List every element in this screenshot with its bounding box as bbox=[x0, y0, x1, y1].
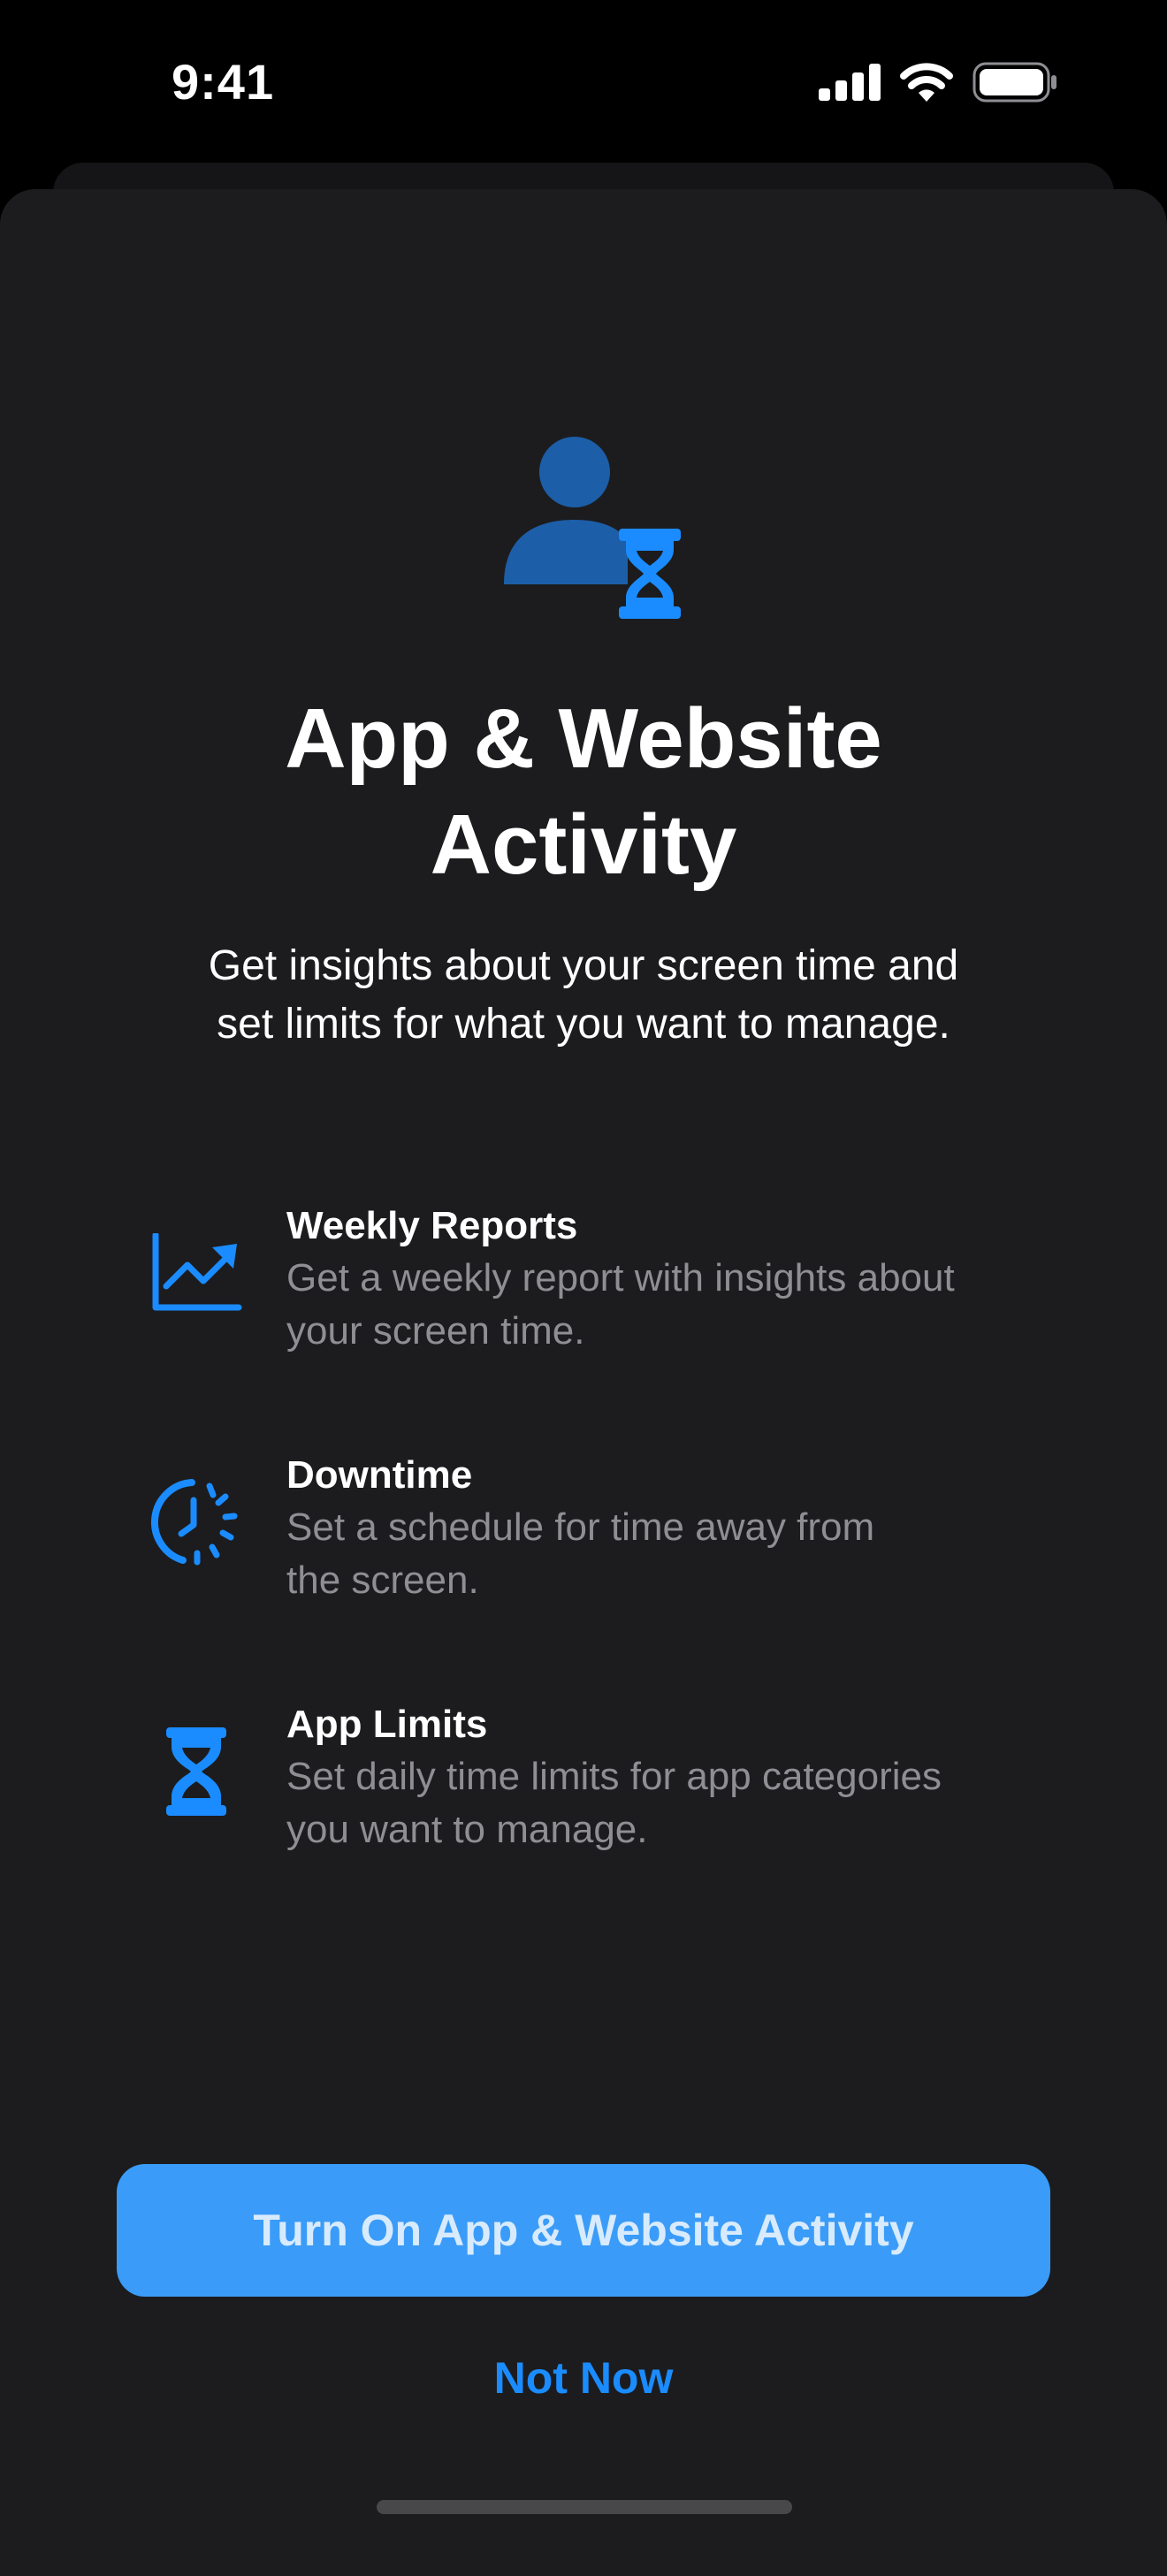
feature-description-line-2: your screen time. bbox=[286, 1309, 585, 1353]
status-bar: 9:41 bbox=[0, 0, 1167, 168]
home-indicator[interactable] bbox=[377, 2500, 792, 2514]
feature-description-line-2: you want to manage. bbox=[286, 1808, 648, 1851]
feature-title: Downtime bbox=[286, 1453, 473, 1497]
chart-line-uptrend-icon bbox=[141, 1218, 251, 1328]
feature-weekly-reports: Weekly Reports Get a weekly report with … bbox=[141, 1200, 1061, 1377]
page-subtitle-line-2: set limits for what you want to manage. bbox=[217, 1001, 950, 1048]
battery-icon bbox=[972, 62, 1057, 107]
hourglass-icon bbox=[141, 1717, 251, 1826]
feature-title: App Limits bbox=[286, 1703, 488, 1746]
feature-downtime: Downtime Set a schedule for time away fr… bbox=[141, 1450, 1061, 1627]
wifi-icon bbox=[900, 63, 953, 106]
status-icons bbox=[819, 62, 1057, 107]
feature-description-line-2: the screen. bbox=[286, 1559, 479, 1602]
person-hourglass-icon bbox=[495, 430, 690, 624]
turn-on-activity-button[interactable]: Turn On App & Website Activity bbox=[117, 2164, 1050, 2297]
page-title-line-1: App & Website bbox=[285, 691, 882, 786]
feature-title: Weekly Reports bbox=[286, 1204, 578, 1247]
status-time: 9:41 bbox=[172, 54, 275, 110]
feature-description-line-1: Get a weekly report with insights about bbox=[286, 1256, 955, 1299]
downtime-clock-icon bbox=[141, 1467, 251, 1577]
feature-app-limits: App Limits Set daily time limits for app… bbox=[141, 1699, 1061, 1876]
cellular-signal-icon bbox=[819, 64, 881, 105]
page-subtitle-line-1: Get insights about your screen time and bbox=[208, 942, 959, 989]
page-title: App & Website Activity bbox=[141, 686, 1026, 898]
feature-description: Get a weekly report with insights about … bbox=[286, 1252, 1029, 1358]
feature-description-line-1: Set daily time limits for app categories bbox=[286, 1755, 942, 1798]
feature-description-line-1: Set a schedule for time away from bbox=[286, 1505, 875, 1549]
feature-description: Set a schedule for time away from the sc… bbox=[286, 1501, 1029, 1607]
page-subtitle: Get insights about your screen time and … bbox=[159, 937, 1008, 1054]
page-title-line-2: Activity bbox=[430, 797, 737, 892]
feature-description: Set daily time limits for app categories… bbox=[286, 1750, 1029, 1856]
not-now-button[interactable]: Not Now bbox=[318, 2343, 849, 2413]
